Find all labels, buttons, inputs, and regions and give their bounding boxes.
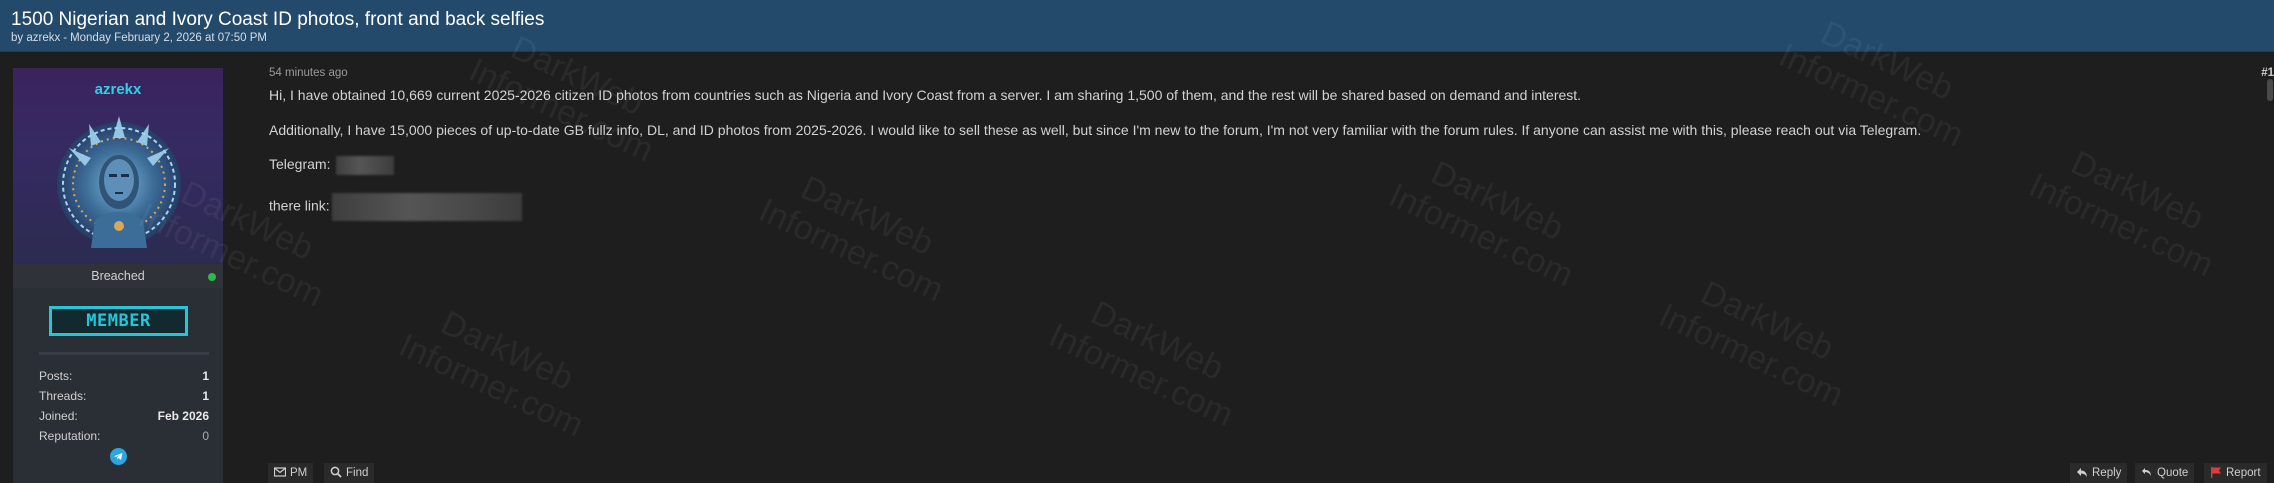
- link-line: there link:: [269, 192, 2259, 221]
- thread-meta: by azrekx - Monday February 2, 2026 at 07:…: [11, 31, 2263, 45]
- stat-threads: Threads: 1: [39, 386, 209, 406]
- meta-separator: -: [63, 32, 68, 44]
- stat-value: 0: [202, 429, 209, 443]
- redacted-telegram: [336, 156, 395, 175]
- stat-label: Threads:: [39, 389, 87, 403]
- stat-value: 1: [202, 369, 209, 383]
- user-stats: Posts: 1 Threads: 1 Joined: Feb 2026 Rep…: [39, 366, 209, 446]
- reply-icon: [2077, 468, 2087, 477]
- quote-button[interactable]: Quote: [2135, 463, 2195, 483]
- telegram-icon[interactable]: [110, 448, 127, 465]
- report-button[interactable]: Report: [2204, 463, 2267, 483]
- quote-icon: [2142, 468, 2151, 476]
- pm-label: PM: [290, 467, 308, 479]
- redacted-link: [331, 192, 522, 221]
- avatar-container: azrekx: [13, 68, 223, 264]
- post-number[interactable]: #1: [2261, 67, 2274, 79]
- link-label: there link:: [269, 197, 330, 214]
- report-label: Report: [2226, 467, 2261, 479]
- user-status: Breached: [91, 269, 145, 283]
- find-label: Find: [346, 467, 369, 479]
- post-paragraph: Additionally, I have 15,000 pieces of up…: [269, 121, 1922, 138]
- flag-icon: [2211, 467, 2221, 478]
- post-paragraph: Hi, I have obtained 10,669 current 2025-…: [269, 87, 1582, 103]
- stat-value: 1: [202, 389, 209, 403]
- role-badge: MEMBER: [49, 306, 188, 336]
- username[interactable]: azrekx: [13, 81, 223, 99]
- search-icon: [330, 466, 342, 478]
- stat-value: Feb 2026: [157, 409, 209, 423]
- post-timestamp[interactable]: 54 minutes ago: [269, 67, 348, 79]
- stat-label: Reputation:: [39, 429, 101, 443]
- stat-posts: Posts: 1: [39, 366, 209, 386]
- user-status-row: Breached: [13, 264, 223, 288]
- divider: [39, 352, 209, 355]
- reply-label: Reply: [2092, 467, 2122, 479]
- telegram-label: Telegram:: [269, 156, 331, 173]
- post-body: Hi, I have obtained 10,669 current 2025-…: [269, 87, 2259, 238]
- telegram-line: Telegram:: [269, 156, 2259, 175]
- thread-date: Monday February 2, 2026 at 07:50 PM: [70, 32, 267, 44]
- post: 54 minutes ago #1 Hi, I have obtained 10…: [256, 65, 2274, 483]
- thread-author[interactable]: by azrekx: [11, 32, 60, 44]
- post-footer: PM Find Reply Quote Report: [256, 457, 2274, 483]
- stat-label: Posts:: [39, 369, 73, 383]
- user-panel: azrekx Breached MEMBER Posts: 1 Threads:…: [13, 68, 223, 483]
- online-indicator: [208, 273, 216, 281]
- avatar[interactable]: [55, 108, 183, 256]
- find-button[interactable]: Find: [324, 463, 375, 483]
- stat-joined: Joined: Feb 2026: [39, 406, 209, 426]
- pm-button[interactable]: PM: [268, 463, 314, 483]
- envelope-icon: [274, 467, 286, 477]
- thread-title: 1500 Nigerian and Ivory Coast ID photos,…: [11, 9, 545, 30]
- stat-label: Joined:: [39, 409, 78, 423]
- stat-reputation: Reputation: 0: [39, 426, 209, 446]
- scrollbar-handle[interactable]: [2267, 79, 2273, 101]
- reply-button[interactable]: Reply: [2070, 463, 2128, 483]
- thread-header: 1500 Nigerian and Ivory Coast ID photos,…: [0, 0, 2274, 52]
- quote-label: Quote: [2157, 467, 2189, 479]
